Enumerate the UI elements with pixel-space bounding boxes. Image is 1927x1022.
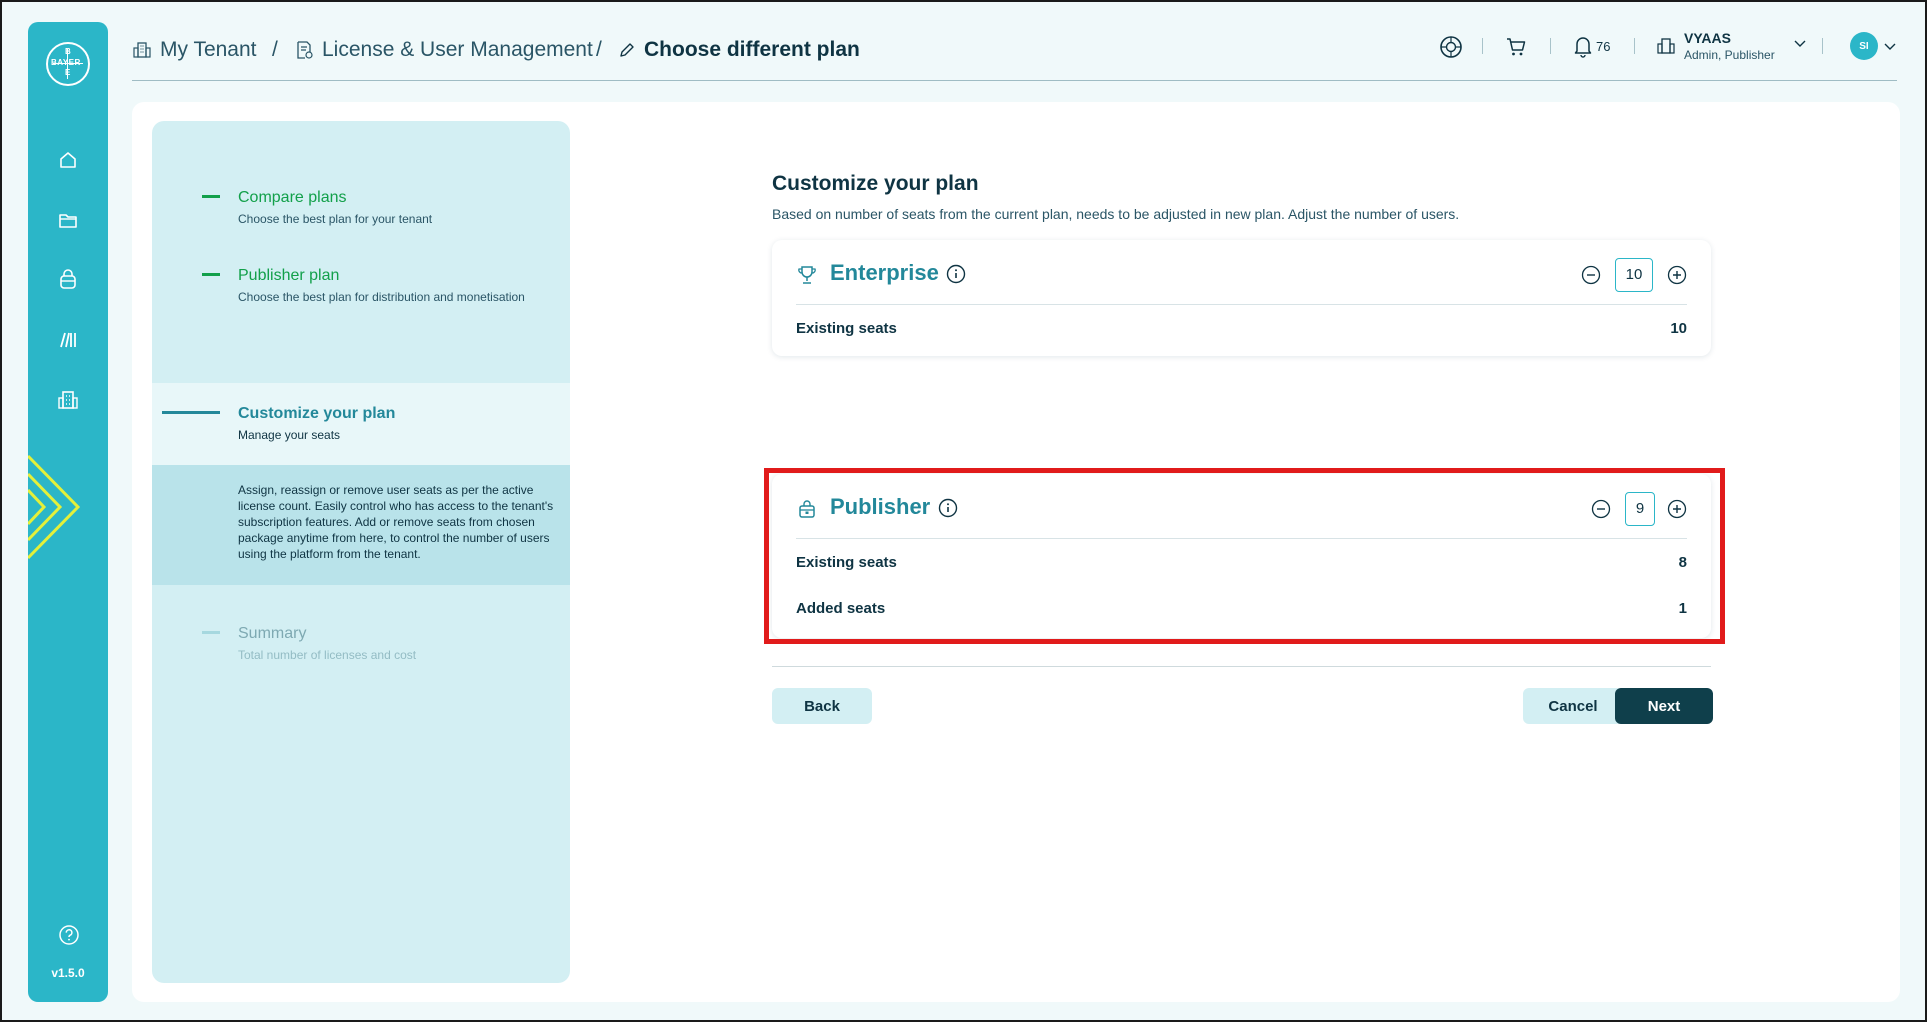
plus-circle-icon[interactable] (1667, 499, 1687, 519)
notifications-count: 76 (1596, 38, 1611, 54)
next-button[interactable]: Next (1615, 688, 1713, 724)
building-icon (133, 42, 151, 58)
library-icon[interactable] (54, 326, 82, 354)
added-seats-value: 1 (1678, 600, 1687, 617)
settings-wheel-icon[interactable] (1438, 34, 1464, 60)
plan-name: Enterprise (830, 260, 939, 285)
plan-name: Publisher (830, 494, 931, 519)
info-icon[interactable] (938, 498, 958, 518)
section-title: Customize your plan (772, 172, 979, 195)
user-menu[interactable]: SI (1850, 32, 1900, 62)
header-divider (1822, 38, 1823, 54)
side-rail: BAYER B A E R (28, 22, 108, 1002)
existing-seats-value: 10 (1670, 320, 1687, 337)
home-icon[interactable] (54, 146, 82, 174)
step-summary[interactable]: Summary Total number of licenses and cos… (152, 617, 570, 667)
bell-icon (1574, 37, 1592, 58)
chevron-down-icon (1794, 40, 1806, 47)
main-panel: Compare plans Choose the best plan for y… (132, 102, 1900, 1002)
card-divider (796, 304, 1687, 305)
added-seats-label: Added seats (796, 600, 886, 617)
plan-stepper: Compare plans Choose the best plan for y… (152, 121, 570, 983)
tenant-name: VYAAS (1684, 30, 1731, 46)
seats-input[interactable]: 9 (1625, 492, 1655, 526)
building-icon[interactable] (54, 386, 82, 414)
section-subtitle: Based on number of seats from the curren… (772, 206, 1460, 222)
existing-seats-label: Existing seats (796, 320, 897, 337)
help-icon[interactable] (58, 924, 80, 946)
seats-input[interactable]: 10 (1615, 258, 1653, 292)
minus-circle-icon[interactable] (1591, 499, 1611, 519)
back-button[interactable]: Back (772, 688, 872, 724)
expand-chevron-decoration (28, 454, 81, 560)
plan-card-enterprise: Enterprise 10 Existing seats 10 (772, 240, 1711, 356)
app-version: v1.5.0 (51, 966, 85, 980)
plan-card-publisher: Publisher 9 Existing seats 8 Added seats… (772, 474, 1711, 638)
building-icon (1657, 38, 1675, 54)
step-publisher-plan[interactable]: Publisher plan Choose the best plan for … (152, 259, 570, 309)
card-divider (796, 538, 1687, 539)
step-compare-plans[interactable]: Compare plans Choose the best plan for y… (152, 181, 570, 231)
breadcrumb-item-my-tenant[interactable]: My Tenant (132, 38, 257, 62)
breadcrumb-separator: / (272, 38, 278, 61)
tenant-switcher[interactable]: VYAAS Admin, Publisher (1656, 28, 1806, 64)
header-divider (1634, 38, 1635, 54)
existing-seats-label: Existing seats (796, 554, 897, 571)
pencil-icon (620, 43, 634, 57)
cancel-button[interactable]: Cancel (1523, 688, 1623, 724)
license-icon (297, 41, 313, 59)
step-customize-your-plan[interactable]: Customize your plan Manage your seats (152, 397, 570, 447)
content-divider (772, 666, 1711, 667)
tenant-roles: Admin, Publisher (1684, 48, 1775, 62)
folder-icon[interactable] (54, 206, 82, 234)
seats-stepper-enterprise: 10 (1581, 258, 1687, 292)
seats-stepper-publisher: 9 (1591, 492, 1687, 526)
app-window: BAYER B A E R (0, 0, 1927, 1022)
step-description: Assign, reassign or remove user seats as… (238, 483, 554, 561)
bayer-logo[interactable]: BAYER B A E R (46, 42, 90, 86)
plus-circle-icon[interactable] (1667, 265, 1687, 285)
existing-seats-value: 8 (1678, 554, 1687, 571)
breadcrumb-item-license-user-management[interactable]: License & User Management (294, 38, 593, 62)
publisher-icon (799, 500, 815, 518)
bag-icon[interactable] (54, 266, 82, 294)
page-title: Choose different plan (618, 38, 860, 62)
cart-icon[interactable] (1504, 35, 1528, 59)
chevron-down-icon (1884, 43, 1896, 50)
info-icon[interactable] (946, 264, 966, 284)
breadcrumb-separator: / (596, 38, 602, 61)
top-header: My Tenant / License & User Management / … (132, 24, 1897, 81)
trophy-icon (798, 266, 816, 284)
avatar: SI (1850, 32, 1878, 60)
notifications-button[interactable]: 76 (1572, 34, 1610, 58)
header-divider (1482, 38, 1483, 54)
minus-circle-icon[interactable] (1581, 265, 1601, 285)
header-divider (1550, 38, 1551, 54)
